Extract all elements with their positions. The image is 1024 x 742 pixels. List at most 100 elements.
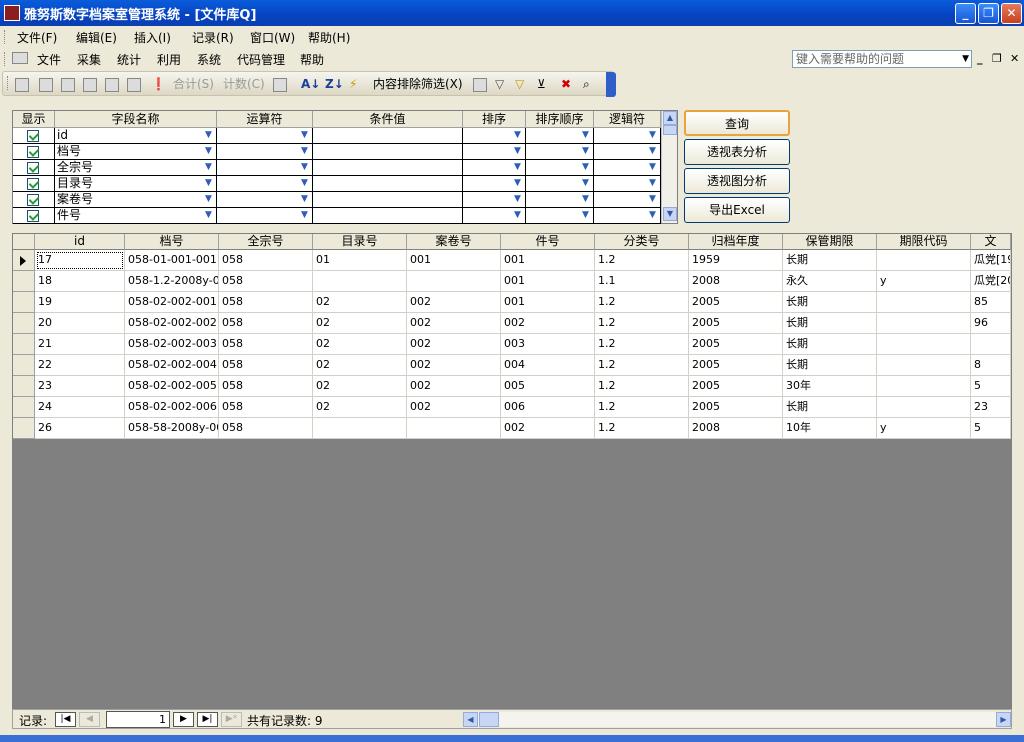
table-cell[interactable]: 058-58-2008y-002 bbox=[125, 418, 219, 439]
chevron-down-icon[interactable]: ▼ bbox=[579, 209, 592, 222]
sum-button[interactable]: 合计(S) bbox=[173, 75, 214, 93]
criteria-cell[interactable]: ▼ bbox=[594, 208, 661, 224]
previous-record-icon[interactable]: ◀ bbox=[79, 712, 100, 727]
table-cell[interactable]: 1.2 bbox=[595, 418, 689, 439]
criteria-cell[interactable]: ▼ bbox=[217, 144, 313, 160]
table-cell[interactable]: 002 bbox=[407, 355, 501, 376]
chevron-down-icon[interactable]: ▼ bbox=[298, 161, 311, 174]
show-checkbox[interactable] bbox=[13, 128, 55, 144]
table-cell[interactable] bbox=[407, 418, 501, 439]
table-cell[interactable]: 001 bbox=[501, 292, 595, 313]
chevron-down-icon[interactable]: ▼ bbox=[202, 177, 215, 190]
table-cell[interactable]: 001 bbox=[501, 250, 595, 271]
table-cell[interactable]: 058-01-001-001 bbox=[125, 250, 219, 271]
table-row[interactable]: 18058-1.2-2008y-001058 0011.12008永久y瓜党[20 bbox=[13, 271, 1011, 292]
table-cell[interactable]: 02 bbox=[313, 355, 407, 376]
table-cell[interactable]: 1.2 bbox=[595, 376, 689, 397]
row-selector[interactable] bbox=[13, 292, 35, 313]
table-cell[interactable]: 002 bbox=[407, 292, 501, 313]
scroll-down-icon[interactable]: ▼ bbox=[663, 207, 677, 221]
field-name-select[interactable]: 案卷号 ▼ bbox=[55, 192, 217, 208]
row-selector[interactable] bbox=[13, 334, 35, 355]
table-cell[interactable]: 003 bbox=[501, 334, 595, 355]
criteria-cell[interactable]: ▼ bbox=[463, 176, 526, 192]
table-row[interactable]: 21 058-02-002-003 058 02 002 003 1.2 2005 长期 bbox=[13, 334, 1011, 355]
table-cell[interactable]: 058 bbox=[219, 418, 313, 439]
table-cell[interactable]: 8 bbox=[971, 355, 1011, 376]
table-cell[interactable] bbox=[407, 271, 501, 292]
table-cell[interactable]: 058 bbox=[219, 313, 313, 334]
table-cell[interactable]: 002 bbox=[407, 397, 501, 418]
delete-column-icon[interactable] bbox=[127, 75, 143, 93]
table-cell[interactable]: 26 bbox=[35, 418, 125, 439]
table-cell[interactable]: 058-02-002-005 bbox=[125, 376, 219, 397]
menu-help[interactable]: 帮助(H) bbox=[308, 29, 350, 46]
table-cell[interactable] bbox=[877, 250, 971, 271]
table-cell[interactable]: 058-02-002-003 bbox=[125, 334, 219, 355]
remove-filter-icon[interactable]: ✖ bbox=[561, 75, 571, 93]
criteria-cell[interactable]: ▼ bbox=[217, 176, 313, 192]
chevron-down-icon[interactable]: ▼ bbox=[511, 193, 524, 206]
table-cell[interactable]: 2005 bbox=[689, 376, 783, 397]
table-cell[interactable]: 长期 bbox=[783, 250, 877, 271]
table-cell[interactable]: 02 bbox=[313, 397, 407, 418]
table-cell[interactable]: 058 bbox=[219, 334, 313, 355]
field-name-select[interactable]: 件号 ▼ bbox=[55, 208, 217, 224]
table-row[interactable]: 20 058-02-002-002 058 02 002 002 1.2 2005 长期 96 bbox=[13, 313, 1011, 334]
chevron-down-icon[interactable]: ▼ bbox=[298, 145, 311, 158]
table-cell[interactable] bbox=[313, 418, 407, 439]
criteria-cell[interactable]: ▼ bbox=[526, 176, 594, 192]
field-name-select[interactable]: 目录号 ▼ bbox=[55, 176, 217, 192]
scroll-right-icon[interactable]: ▶ bbox=[996, 712, 1011, 727]
insert-column-icon[interactable] bbox=[83, 75, 99, 93]
horizontal-scroll-thumb[interactable] bbox=[479, 712, 499, 727]
table-cell[interactable]: 058 bbox=[219, 292, 313, 313]
criteria-cell[interactable]: ▼ bbox=[594, 128, 661, 144]
form-view-icon[interactable] bbox=[15, 75, 31, 93]
table-cell[interactable]: 006 bbox=[501, 397, 595, 418]
criteria-cell[interactable]: ▼ bbox=[217, 160, 313, 176]
table-icon[interactable] bbox=[105, 75, 121, 93]
menu-edit[interactable]: 编辑(E) bbox=[76, 29, 117, 46]
table-cell[interactable]: 长期 bbox=[783, 313, 877, 334]
table-cell[interactable]: 22 bbox=[35, 355, 125, 376]
table-cell[interactable]: 17 bbox=[35, 250, 125, 271]
column-header[interactable]: 案卷号 bbox=[407, 234, 501, 250]
criteria-cell[interactable]: ▼ bbox=[526, 144, 594, 160]
table-cell[interactable]: 24 bbox=[35, 397, 125, 418]
table-cell[interactable]: 02 bbox=[313, 292, 407, 313]
chevron-down-icon[interactable]: ▼ bbox=[511, 145, 524, 158]
column-header[interactable]: 文 bbox=[971, 234, 1011, 250]
chevron-down-icon[interactable]: ▼ bbox=[646, 193, 659, 206]
table-cell[interactable]: y bbox=[877, 418, 971, 439]
criteria-cell[interactable]: ▼ bbox=[463, 160, 526, 176]
chevron-down-icon[interactable]: ▼ bbox=[579, 145, 592, 158]
table-cell[interactable]: 058-02-002-004 bbox=[125, 355, 219, 376]
criteria-cell[interactable] bbox=[313, 208, 463, 224]
table-cell[interactable]: 96 bbox=[971, 313, 1011, 334]
table-cell[interactable]: 004 bbox=[501, 355, 595, 376]
menu-window[interactable]: 窗口(W) bbox=[250, 29, 295, 46]
relationship-icon[interactable] bbox=[39, 75, 55, 93]
table-cell[interactable] bbox=[877, 376, 971, 397]
column-header[interactable]: 件号 bbox=[501, 234, 595, 250]
table-cell[interactable]: 10年 bbox=[783, 418, 877, 439]
table-cell[interactable]: 2005 bbox=[689, 397, 783, 418]
filter-icon[interactable]: ▽ bbox=[495, 75, 504, 93]
table-row[interactable]: 19 058-02-002-001 058 02 002 001 1.2 2005 长期 85 bbox=[13, 292, 1011, 313]
criteria-cell[interactable]: ▼ bbox=[463, 208, 526, 224]
chevron-down-icon[interactable]: ▼ bbox=[202, 193, 215, 206]
table-cell[interactable]: 1.2 bbox=[595, 397, 689, 418]
row-selector[interactable] bbox=[13, 376, 35, 397]
table-cell[interactable]: 85 bbox=[971, 292, 1011, 313]
checkbox-checked-icon[interactable] bbox=[27, 194, 39, 206]
minimize-button[interactable]: _ bbox=[955, 3, 976, 24]
column-header[interactable]: 目录号 bbox=[313, 234, 407, 250]
criteria-cell[interactable]: ▼ bbox=[217, 208, 313, 224]
table-cell[interactable]: 长期 bbox=[783, 334, 877, 355]
table-cell[interactable]: 1.2 bbox=[595, 292, 689, 313]
table-cell[interactable]: 1.1 bbox=[595, 271, 689, 292]
chevron-down-icon[interactable]: ▼ bbox=[962, 51, 969, 67]
table-cell[interactable]: 1.2 bbox=[595, 334, 689, 355]
menu-record[interactable]: 记录(R) bbox=[192, 29, 234, 46]
